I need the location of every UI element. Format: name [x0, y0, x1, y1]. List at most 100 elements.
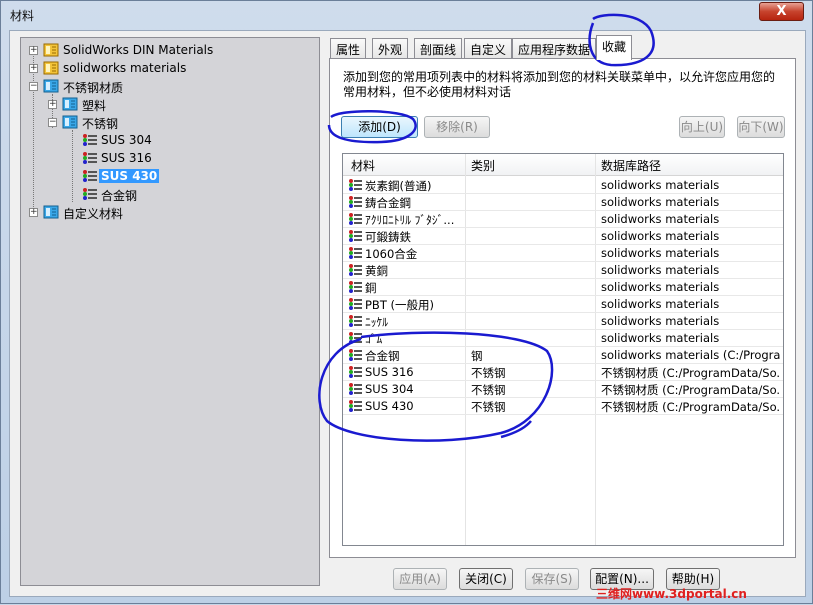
- tree-item-custom-materials[interactable]: + 自定义材料: [21, 204, 319, 222]
- cell-material: 1060合金: [365, 247, 418, 261]
- tree-item-label: 合金钢: [101, 189, 138, 203]
- apply-button[interactable]: 应用(A): [393, 568, 447, 590]
- tree-item-sus304[interactable]: SUS 304: [21, 132, 319, 150]
- cell-path: 不锈钢材质 (C:/ProgramData/So...: [601, 400, 781, 414]
- material-stack-icon: [348, 365, 362, 379]
- column-header-path[interactable]: 数据库路径: [601, 157, 661, 174]
- tree-item-alloy-steel[interactable]: 合金钢: [21, 186, 319, 204]
- tree-item-label: 不锈钢: [82, 117, 119, 131]
- tree-item-label: SolidWorks DIN Materials: [63, 43, 214, 57]
- material-stack-icon: [348, 212, 362, 226]
- favorites-description: 添加到您的常用项列表中的材料将添加到您的材料关联菜单中，以允许您应用您的常用材料…: [343, 70, 776, 99]
- cell-material: 鋳合金鋼: [365, 196, 411, 210]
- expand-icon[interactable]: +: [29, 208, 38, 217]
- table-row[interactable]: 炭素鋼(普通) solidworks materials: [343, 177, 783, 194]
- tab-crosshatch[interactable]: 剖面线: [414, 38, 463, 59]
- cell-path: solidworks materials: [601, 212, 720, 226]
- cell-material: ｱｸﾘﾛﾆﾄﾘﾙ ﾌﾞﾀｼﾞ...: [365, 213, 455, 227]
- table-row[interactable]: 可鍛鋳鉄 solidworks materials: [343, 228, 783, 245]
- tree-item-sus430[interactable]: SUS 430: [21, 168, 319, 186]
- tree-item-label: solidworks materials: [63, 61, 187, 75]
- column-header-material[interactable]: 材料: [351, 157, 375, 174]
- tree-item-sus316[interactable]: SUS 316: [21, 150, 319, 168]
- library-book-icon: [43, 61, 59, 75]
- materials-dialog: 材料 X + SolidWorks DIN Materials + solidw…: [0, 0, 813, 604]
- expand-icon[interactable]: +: [29, 64, 38, 73]
- tab-properties[interactable]: 属性: [330, 38, 367, 59]
- cell-material: SUS 316: [365, 365, 414, 379]
- table-row[interactable]: ｺﾞﾑ solidworks materials: [343, 330, 783, 347]
- cell-material: 銅: [365, 281, 377, 295]
- material-tree[interactable]: + SolidWorks DIN Materials + solidworks …: [20, 37, 320, 586]
- cell-category: 不锈钢: [471, 366, 506, 380]
- tab-application-data[interactable]: 应用程序数据: [512, 38, 597, 59]
- cell-material: SUS 304: [365, 382, 414, 396]
- tab-favorites[interactable]: 收藏: [596, 35, 633, 60]
- close-window-button[interactable]: X: [759, 2, 804, 21]
- tree-item-label: 塑料: [82, 99, 107, 113]
- table-row[interactable]: ﾆｯｹﾙ solidworks materials: [343, 313, 783, 330]
- material-stack-icon: [348, 263, 362, 277]
- table-header: 材料 类别 数据库路径: [343, 154, 783, 176]
- move-down-button[interactable]: 向下(W): [737, 116, 785, 138]
- table-row[interactable]: SUS 304 不锈钢 不锈钢材质 (C:/ProgramData/So...: [343, 381, 783, 398]
- material-stack-icon: [348, 348, 362, 362]
- table-row[interactable]: 合金钢 钢 solidworks materials (C:/Program ...: [343, 347, 783, 364]
- cell-category: 不锈钢: [471, 383, 506, 397]
- material-stack-icon: [348, 280, 362, 294]
- collapse-icon[interactable]: −: [29, 82, 38, 91]
- material-stack-icon: [82, 151, 98, 165]
- title-bar[interactable]: 材料 X: [1, 1, 812, 29]
- cell-material: 可鍛鋳鉄: [365, 230, 411, 244]
- material-stack-icon: [82, 187, 98, 201]
- cell-material: 炭素鋼(普通): [365, 179, 432, 193]
- table-row[interactable]: 鋳合金鋼 solidworks materials: [343, 194, 783, 211]
- cell-path: solidworks materials: [601, 195, 720, 209]
- table-row[interactable]: 1060合金 solidworks materials: [343, 245, 783, 262]
- tree-item-solidworks-materials[interactable]: + solidworks materials: [21, 60, 319, 78]
- cell-material: SUS 430: [365, 399, 414, 413]
- favorites-table[interactable]: 材料 类别 数据库路径 炭素鋼(普通) solidworks materials 鋳…: [342, 153, 784, 546]
- tab-custom[interactable]: 自定义: [464, 38, 513, 59]
- material-stack-icon: [348, 229, 362, 243]
- material-stack-icon: [82, 133, 98, 147]
- close-button[interactable]: 关闭(C): [459, 568, 513, 590]
- tree-item-label-selected: SUS 430: [99, 169, 160, 183]
- tab-appearance[interactable]: 外观: [372, 38, 409, 59]
- cell-path: solidworks materials: [601, 178, 720, 192]
- add-button[interactable]: 添加(D): [341, 116, 418, 138]
- table-row[interactable]: PBT (一般用) solidworks materials: [343, 296, 783, 313]
- remove-button[interactable]: 移除(R): [424, 116, 490, 138]
- table-row[interactable]: 黄銅 solidworks materials: [343, 262, 783, 279]
- material-stack-icon: [348, 178, 362, 192]
- table-row[interactable]: SUS 316 不锈钢 不锈钢材质 (C:/ProgramData/So...: [343, 364, 783, 381]
- material-stack-icon: [348, 246, 362, 260]
- library-book-icon: [43, 205, 59, 219]
- material-stack-icon: [348, 382, 362, 396]
- library-book-icon: [62, 97, 78, 111]
- cell-material: PBT (一般用): [365, 298, 434, 312]
- cell-path: solidworks materials: [601, 246, 720, 260]
- library-book-icon: [43, 79, 59, 93]
- table-row[interactable]: 銅 solidworks materials: [343, 279, 783, 296]
- cell-path: 不锈钢材质 (C:/ProgramData/So...: [601, 383, 781, 397]
- material-stack-icon: [348, 399, 362, 413]
- column-header-category[interactable]: 类别: [471, 157, 495, 174]
- table-row[interactable]: SUS 430 不锈钢 不锈钢材质 (C:/ProgramData/So...: [343, 398, 783, 415]
- table-row[interactable]: ｱｸﾘﾛﾆﾄﾘﾙ ﾌﾞﾀｼﾞ... solidworks materials: [343, 211, 783, 228]
- cell-category: 钢: [471, 349, 483, 363]
- tree-item-stainless-steel[interactable]: − 不锈钢: [21, 114, 319, 132]
- expand-icon[interactable]: +: [48, 100, 57, 109]
- collapse-icon[interactable]: −: [48, 118, 57, 127]
- tree-item-stainless-library[interactable]: − 不锈钢材质: [21, 78, 319, 96]
- move-up-button[interactable]: 向上(U): [679, 116, 725, 138]
- tree-item-plastic[interactable]: + 塑料: [21, 96, 319, 114]
- expand-icon[interactable]: +: [29, 46, 38, 55]
- material-stack-icon: [348, 314, 362, 328]
- material-stack-icon: [348, 297, 362, 311]
- save-button[interactable]: 保存(S): [525, 568, 579, 590]
- cell-path: solidworks materials: [601, 263, 720, 277]
- tree-item-label: SUS 304: [101, 133, 152, 147]
- material-stack-icon: [348, 331, 362, 345]
- tree-item-solidworks-din[interactable]: + SolidWorks DIN Materials: [21, 42, 319, 60]
